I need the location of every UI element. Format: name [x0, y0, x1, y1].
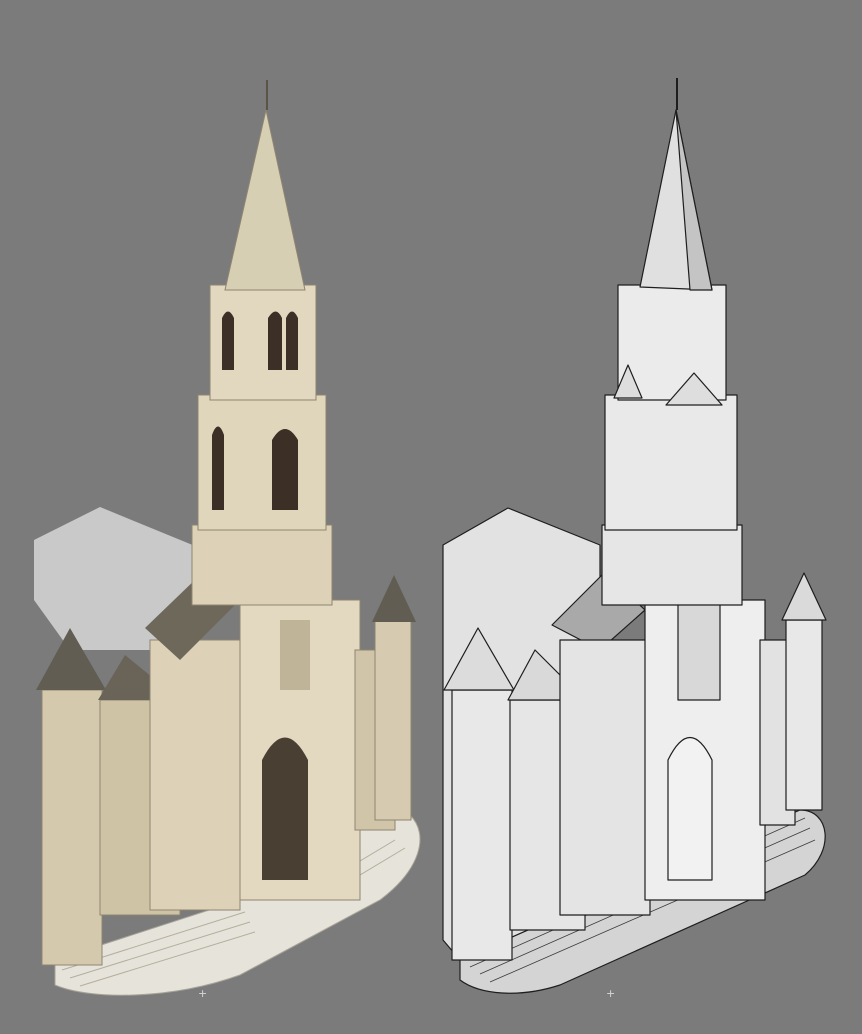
- left-turret-left: [41, 689, 103, 966]
- right-pivot-marker: +: [606, 987, 616, 1000]
- 3d-viewport[interactable]: + +: [0, 0, 862, 1034]
- textured-model[interactable]: [0, 0, 862, 1034]
- left-belfry-window-2: [268, 311, 282, 370]
- left-portal-arch: [262, 737, 308, 880]
- left-nave: [149, 639, 241, 911]
- left-turret-right-roof: [372, 575, 416, 622]
- left-pivot-marker: +: [198, 987, 208, 1000]
- left-belfry-window-3: [286, 311, 298, 370]
- left-belfry-window-1: [222, 311, 234, 370]
- left-tower-base: [191, 524, 333, 606]
- left-tower-window-1: [212, 426, 224, 510]
- left-statue-niche: [280, 620, 310, 690]
- left-spire: [224, 109, 306, 291]
- left-turret-right: [374, 619, 412, 821]
- left-tower-window-2: [272, 429, 298, 510]
